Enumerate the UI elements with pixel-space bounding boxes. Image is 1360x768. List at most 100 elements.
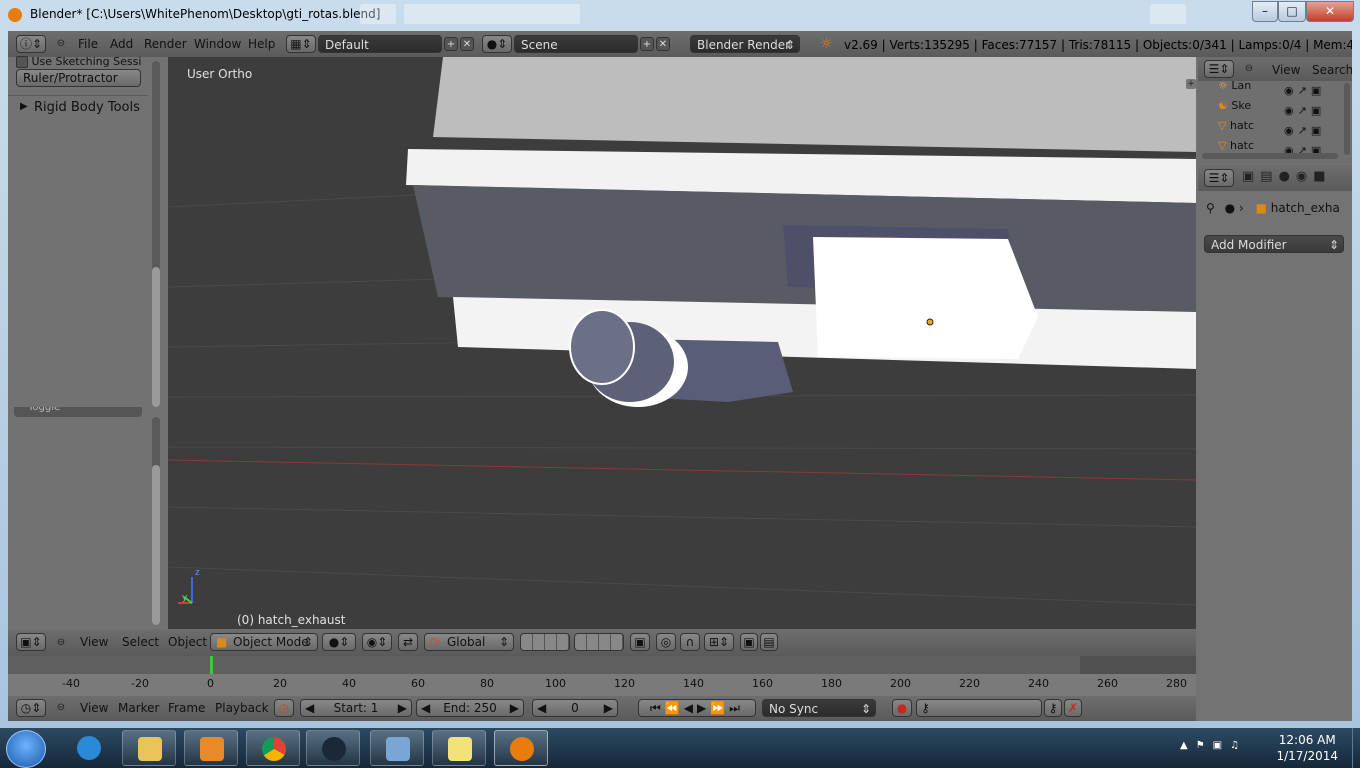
taskbar-blender[interactable]: [494, 730, 548, 766]
menu-select[interactable]: Select: [122, 635, 159, 649]
outliner-row[interactable]: ▽ hatc: [1218, 119, 1254, 132]
manipulator-toggle[interactable]: ⇄: [398, 633, 418, 651]
menu-view[interactable]: View: [80, 635, 108, 649]
menu-file[interactable]: File: [78, 37, 98, 51]
scrollbar-thumb-lower[interactable]: [152, 465, 160, 625]
scene-field[interactable]: Scene: [514, 35, 638, 53]
menu-marker[interactable]: Marker: [118, 701, 159, 715]
outliner-row[interactable]: ☼ Lan: [1218, 81, 1251, 92]
show-desktop-button[interactable]: [1352, 728, 1360, 768]
collapse-menu-icon[interactable]: ⊖: [54, 37, 68, 51]
add-modifier-select[interactable]: Add Modifier ⇕: [1204, 235, 1344, 253]
remove-layout-icon[interactable]: ✕: [460, 37, 474, 51]
menu-add[interactable]: Add: [110, 37, 133, 51]
taskbar-media-player[interactable]: [184, 730, 238, 766]
editor-type-properties[interactable]: ☰⇕: [1204, 169, 1234, 187]
taskbar-notes[interactable]: [432, 730, 486, 766]
screen-layout-field[interactable]: Default: [318, 35, 442, 53]
title-bar[interactable]: Blender* [C:\Users\WhitePhenom\Desktop\g…: [0, 0, 1360, 30]
auto-keyframe-toggle[interactable]: ●: [892, 699, 912, 717]
lock-layers-button[interactable]: ▣: [630, 633, 650, 651]
playback-controls[interactable]: ⏮⏪◀▶⏩⏭: [638, 699, 756, 717]
editor-type-timeline[interactable]: ◷⇕: [16, 699, 46, 717]
object-mode-select[interactable]: ■ Object Mode ⇕: [210, 633, 318, 651]
outliner-panel[interactable]: ☰⇕ ⊖ View Search ☼ Lan ☯ Ske ▽ hatc ▽ ha…: [1198, 57, 1352, 163]
keying-set-field[interactable]: ⚷: [916, 699, 1042, 717]
tool-shelf-scrollbar-lower[interactable]: [152, 417, 160, 625]
object-origin-dot[interactable]: [926, 318, 934, 326]
collapse-menu-icon[interactable]: ⊖: [1242, 62, 1256, 76]
editor-type-info[interactable]: ⓘ⇕: [16, 35, 46, 53]
add-layout-icon[interactable]: +: [444, 37, 458, 51]
menu-search[interactable]: Search: [1312, 63, 1352, 77]
tool-shelf-scrollbar[interactable]: [152, 61, 160, 407]
render-preview-button[interactable]: ▣: [740, 633, 758, 651]
current-frame-field[interactable]: ◀ 0 ▶: [532, 699, 618, 717]
layer-buttons-1[interactable]: [520, 633, 570, 651]
delete-keyframe-button[interactable]: ✗: [1064, 699, 1082, 717]
taskbar-internet-explorer[interactable]: [62, 730, 116, 766]
scene-selector[interactable]: ●⇕: [482, 35, 512, 53]
use-sketching-option[interactable]: Use Sketching Sessi: [16, 55, 146, 69]
current-frame-marker[interactable]: [210, 656, 213, 674]
menu-object[interactable]: Object: [168, 635, 207, 649]
visibility-toggles[interactable]: ◉↗▣ ◉↗▣ ◉↗▣ ◉↗▣: [1284, 81, 1334, 155]
taskbar-file-explorer[interactable]: [122, 730, 176, 766]
outliner-row[interactable]: ☯ Ske: [1218, 99, 1251, 112]
timeline-strip[interactable]: [8, 656, 1196, 674]
3d-viewport[interactable]: User Ortho (0) hatch_exhaust z y +: [168, 57, 1196, 629]
menu-window[interactable]: Window: [194, 37, 241, 51]
taskbar-remote-desktop[interactable]: [370, 730, 424, 766]
start-orb-icon[interactable]: [6, 730, 46, 768]
ruler-protractor-button[interactable]: Ruler/Protractor: [16, 69, 141, 87]
system-tray-icons[interactable]: ▲⚑▣♫: [1180, 740, 1247, 751]
properties-toggle-plus[interactable]: +: [1186, 79, 1196, 89]
editor-type-3d[interactable]: ▣⇕: [16, 633, 46, 651]
menu-frame[interactable]: Frame: [168, 701, 205, 715]
taskbar-chrome[interactable]: [246, 730, 300, 766]
clock-time: 12:06 AM: [1278, 733, 1336, 747]
pivot-point-select[interactable]: ◉⇕: [362, 633, 392, 651]
end-frame-field[interactable]: ◀ End: 250 ▶: [416, 699, 524, 717]
start-frame-field[interactable]: ◀ Start: 1 ▶: [300, 699, 412, 717]
minimize-button[interactable]: –: [1252, 1, 1278, 22]
properties-context-tabs[interactable]: ▣▤●◉■: [1242, 169, 1352, 187]
selected-exhaust-outline[interactable]: [569, 309, 635, 385]
collapse-menu-icon[interactable]: ⊖: [54, 701, 68, 715]
insert-keyframe-button[interactable]: ⚷: [1044, 699, 1062, 717]
remove-scene-icon[interactable]: ✕: [656, 37, 670, 51]
proportional-edit-button[interactable]: ◎: [656, 633, 676, 651]
layer-buttons-2[interactable]: [574, 633, 624, 651]
snap-element-select[interactable]: ⊞⇕: [704, 633, 734, 651]
toggle-field[interactable]: Toggle: [14, 407, 142, 417]
menu-playback[interactable]: Playback: [215, 701, 269, 715]
taskbar-steam[interactable]: [306, 730, 360, 766]
outliner-list[interactable]: ☼ Lan ☯ Ske ▽ hatc ▽ hatc ◉↗▣ ◉↗▣ ◉↗▣ ◉↗▣: [1198, 81, 1344, 155]
scrollbar-thumb[interactable]: [152, 267, 160, 407]
menu-view[interactable]: View: [80, 701, 108, 715]
pin-icon[interactable]: ⚲: [1206, 201, 1215, 215]
collapse-menu-icon[interactable]: ⊖: [54, 636, 68, 650]
render-engine-select[interactable]: Blender Render ⇕: [690, 35, 800, 53]
outliner-hscrollbar[interactable]: [1202, 153, 1338, 159]
outliner-row[interactable]: ▽ hatc: [1218, 139, 1254, 152]
taskbar-clock[interactable]: 12:06 AM 1/17/2014: [1276, 732, 1338, 764]
timeline-area[interactable]: -40 -20 0 20 40 60 80 100 120 140 160 18…: [8, 656, 1196, 696]
outliner-scrollbar[interactable]: [1344, 83, 1350, 155]
screen-layout-selector[interactable]: ▦⇕: [286, 35, 316, 53]
transform-orientation-select[interactable]: ⟳ Global ⇕: [424, 633, 514, 651]
add-scene-icon[interactable]: +: [640, 37, 654, 51]
menu-render[interactable]: Render: [144, 37, 187, 51]
editor-type-outliner[interactable]: ☰⇕: [1204, 60, 1234, 78]
sketching-checkbox[interactable]: [16, 56, 28, 68]
viewport-shading-select[interactable]: ●⇕: [322, 633, 356, 651]
menu-view[interactable]: View: [1272, 63, 1300, 77]
close-button[interactable]: ✕: [1306, 1, 1354, 22]
snap-toggle[interactable]: ∩: [680, 633, 700, 651]
preview-range-toggle[interactable]: ◷: [274, 699, 294, 717]
sync-mode-select[interactable]: No Sync ⇕: [762, 699, 876, 717]
menu-help[interactable]: Help: [248, 37, 275, 51]
maximize-button[interactable]: □: [1278, 1, 1306, 22]
render-animation-button[interactable]: ▤: [760, 633, 778, 651]
rigid-body-panel-header[interactable]: ▶ Rigid Body Tools: [8, 95, 148, 120]
